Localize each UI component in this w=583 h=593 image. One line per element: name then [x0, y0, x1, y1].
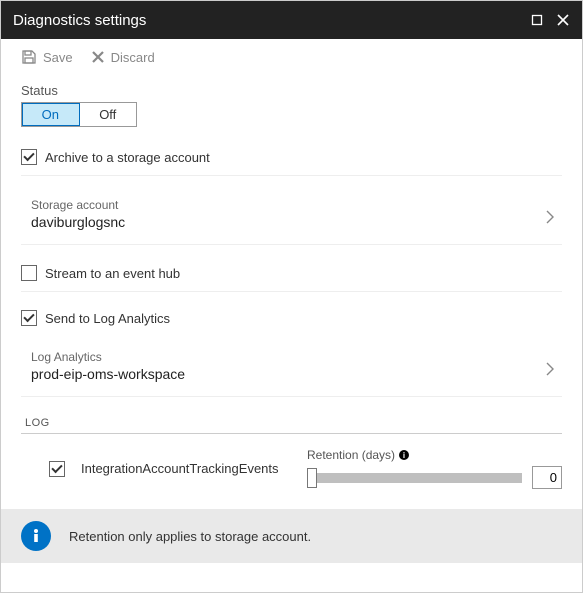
log-heading: LOG [21, 413, 562, 434]
page-title: Diagnostics settings [13, 12, 146, 29]
retention-input[interactable] [532, 466, 562, 489]
close-icon[interactable] [556, 13, 570, 27]
storage-account-selector[interactable]: Storage account daviburglogsnc [21, 190, 562, 245]
log-analytics-label: Log Analytics [31, 350, 562, 364]
storage-account-label: Storage account [31, 198, 562, 212]
stream-label: Stream to an event hub [45, 266, 180, 281]
discard-button[interactable]: Discard [91, 50, 155, 65]
save-button[interactable]: Save [21, 49, 73, 65]
window-controls [530, 13, 570, 27]
log-analytics-selector[interactable]: Log Analytics prod-eip-oms-workspace [21, 342, 562, 397]
send-la-row: Send to Log Analytics [21, 306, 562, 336]
archive-row: Archive to a storage account [21, 145, 562, 176]
archive-checkbox[interactable] [21, 149, 37, 165]
log-item-name: IntegrationAccountTrackingEvents [81, 461, 291, 476]
storage-account-value: daviburglogsnc [31, 214, 562, 230]
toolbar: Save Discard [1, 39, 582, 75]
log-analytics-value: prod-eip-oms-workspace [31, 366, 562, 382]
log-row: IntegrationAccountTrackingEvents Retenti… [21, 448, 562, 509]
log-item-checkbox[interactable] [49, 461, 65, 477]
save-label: Save [43, 50, 73, 65]
status-label: Status [21, 83, 562, 98]
status-off[interactable]: Off [80, 103, 137, 126]
chevron-right-icon [542, 209, 558, 225]
info-text: Retention only applies to storage accoun… [69, 529, 311, 544]
slider-thumb[interactable] [307, 468, 317, 488]
stream-row: Stream to an event hub [21, 261, 562, 292]
status-toggle[interactable]: On Off [21, 102, 137, 127]
restore-icon[interactable] [530, 13, 544, 27]
titlebar: Diagnostics settings [1, 1, 582, 39]
chevron-right-icon [542, 361, 558, 377]
info-banner: Retention only applies to storage accoun… [1, 509, 582, 563]
retention-slider[interactable] [307, 473, 522, 483]
retention-label: Retention (days) i [307, 448, 562, 462]
info-icon[interactable]: i [399, 450, 409, 460]
send-la-label: Send to Log Analytics [45, 311, 170, 326]
discard-label: Discard [111, 50, 155, 65]
send-la-checkbox[interactable] [21, 310, 37, 326]
stream-checkbox[interactable] [21, 265, 37, 281]
info-circle-icon [21, 521, 51, 551]
status-on[interactable]: On [22, 103, 80, 126]
archive-label: Archive to a storage account [45, 150, 210, 165]
